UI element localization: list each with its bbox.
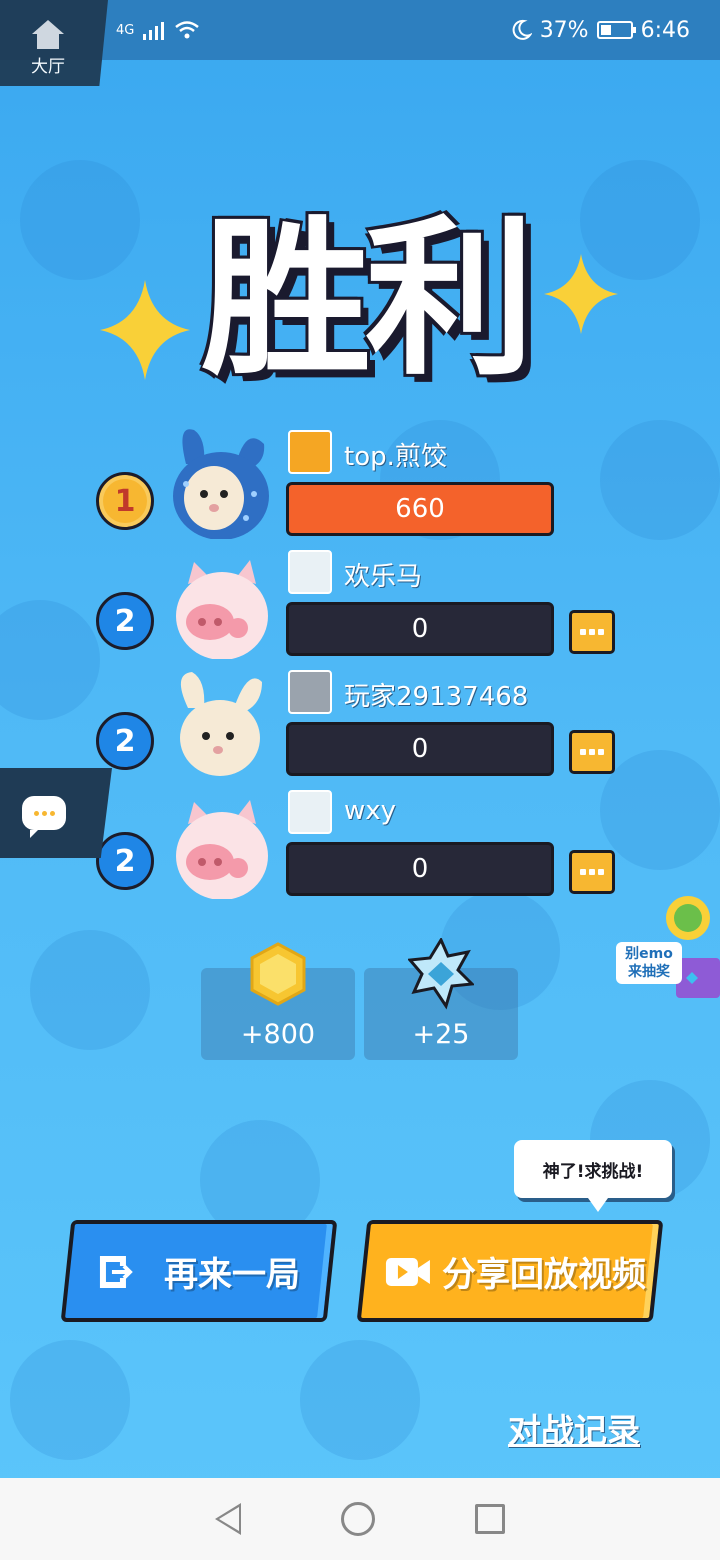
player-name: 玩家29137468	[344, 682, 529, 712]
player-row: 2 wxy 0	[0, 784, 720, 904]
player-name: 欢乐马	[344, 562, 423, 592]
clock: 6:46	[640, 17, 690, 43]
pink-pig-character	[176, 800, 268, 899]
more-options-button[interactable]	[569, 850, 615, 894]
rank-badge: 2	[96, 832, 154, 890]
gem-amount: +25	[412, 1019, 470, 1050]
player-row: 2 玩家29137468 0	[0, 664, 720, 784]
player-avatar[interactable]	[288, 550, 332, 594]
coin-amount: +800	[240, 1019, 316, 1050]
lobby-label: 大厅	[31, 56, 65, 77]
gem-reward: +25	[364, 938, 518, 1060]
video-camera-icon	[386, 1257, 430, 1285]
more-options-button[interactable]	[569, 730, 615, 774]
player-name: wxy	[344, 796, 397, 826]
score-bar: 660	[286, 482, 554, 536]
battery-icon	[596, 21, 636, 39]
exit-icon	[100, 1255, 133, 1287]
recent-apps-icon[interactable]	[475, 1504, 505, 1534]
score-bar: 0	[286, 602, 554, 656]
lobby-button[interactable]: 大厅	[0, 0, 108, 86]
battle-records-link[interactable]: 对战记录	[508, 1404, 640, 1452]
player-row: 2 欢乐马 0	[0, 544, 720, 664]
player-row: 1 top.煎饺 660	[0, 424, 720, 544]
rank-badge: 2	[96, 592, 154, 650]
player-name: top.煎饺	[344, 442, 447, 472]
sparkle-icon-left	[100, 280, 190, 380]
score-bar: 0	[286, 722, 554, 776]
victory-title: 胜利	[200, 201, 535, 399]
moon-icon	[512, 19, 532, 40]
coin-icon	[250, 942, 306, 1006]
blue-bunny-character	[173, 429, 269, 539]
home-icon[interactable]	[341, 1502, 375, 1536]
status-right: 37% 6:46	[510, 18, 690, 43]
score-bar: 0	[286, 842, 554, 896]
status-bar: 4G 37% 6:46	[0, 0, 720, 60]
gem-icon	[408, 938, 474, 1010]
chat-button[interactable]	[0, 768, 112, 858]
play-again-label: 再来一局	[164, 1254, 300, 1295]
house-icon	[30, 19, 66, 50]
signal-icon	[143, 22, 165, 40]
sparkle-icon-right	[544, 254, 618, 334]
player-avatar[interactable]	[288, 790, 332, 834]
lottery-text: 别emo 来抽奖	[616, 942, 682, 984]
lottery-badge[interactable]: 别emo 来抽奖	[616, 880, 720, 1004]
rank-badge: 2	[96, 712, 154, 770]
player-avatar[interactable]	[288, 670, 332, 714]
share-replay-button[interactable]: 分享回放视频	[356, 1220, 664, 1322]
player-avatar[interactable]	[288, 430, 332, 474]
rank-badge: 1	[96, 472, 154, 530]
system-nav-bar	[0, 1478, 720, 1560]
speech-bubble: 神了!求挑战!	[514, 1140, 672, 1212]
wifi-icon	[175, 21, 200, 39]
battery-percent: 37%	[539, 17, 589, 43]
more-options-button[interactable]	[569, 610, 615, 654]
back-icon[interactable]	[215, 1503, 241, 1535]
share-replay-label: 分享回放视频	[442, 1254, 646, 1295]
play-again-button[interactable]: 再来一局	[60, 1220, 338, 1322]
coin-reward: +800	[201, 942, 355, 1060]
network-label: 4G	[116, 22, 135, 38]
chat-icon	[22, 796, 66, 838]
white-bunny-character	[180, 672, 262, 776]
pink-pig-character	[176, 560, 268, 659]
